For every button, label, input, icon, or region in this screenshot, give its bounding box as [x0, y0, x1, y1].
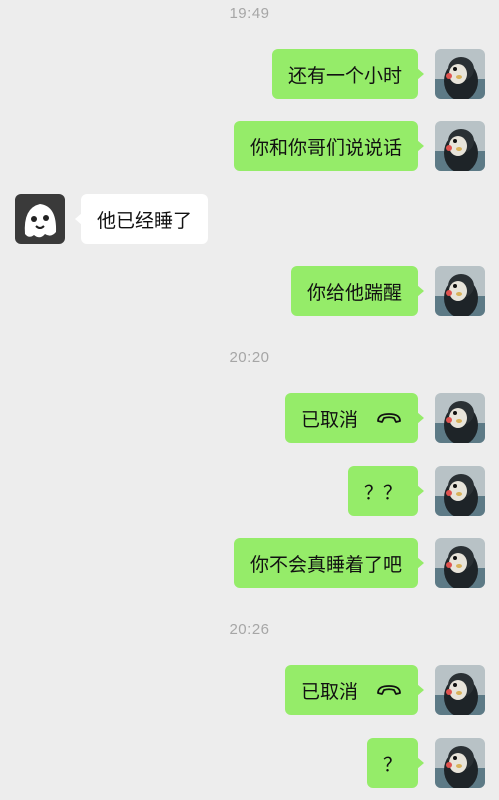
penguin-avatar-icon — [435, 665, 485, 715]
message-bubble-outgoing[interactable]: 还有一个小时 — [271, 49, 425, 99]
penguin-avatar-icon — [435, 49, 485, 99]
message-text: 已取消 — [300, 408, 358, 431]
penguin-avatar-icon — [435, 738, 485, 788]
message-text: 你和你哥们说说话 — [249, 136, 402, 159]
message-text: 你给他踹醒 — [306, 281, 402, 304]
timestamp: 20:20 — [229, 349, 270, 366]
self-avatar[interactable] — [435, 738, 485, 788]
timestamp: 19:49 — [229, 5, 270, 22]
phone-hangup-icon — [376, 410, 402, 426]
phone-hangup-icon — [376, 682, 402, 698]
message-bubble-outgoing[interactable]: 你给他踹醒 — [290, 266, 425, 316]
self-avatar[interactable] — [435, 538, 485, 588]
penguin-avatar-icon — [435, 538, 485, 588]
call-record-bubble[interactable]: 已取消 — [284, 665, 425, 715]
message-text: 还有一个小时 — [287, 64, 402, 87]
timestamp: 20:26 — [229, 621, 270, 638]
self-avatar[interactable] — [435, 393, 485, 443]
self-avatar[interactable] — [435, 665, 485, 715]
message-bubble-outgoing[interactable]: 你不会真睡着了吧 — [233, 538, 425, 588]
ghost-cartoon-avatar-icon — [15, 194, 65, 244]
message-text: 已取消 — [300, 680, 358, 703]
call-record-bubble[interactable]: 已取消 — [284, 393, 425, 443]
message-bubble-incoming[interactable]: 他已经睡了 — [74, 194, 209, 244]
self-avatar[interactable] — [435, 49, 485, 99]
penguin-avatar-icon — [435, 266, 485, 316]
contact-avatar[interactable] — [15, 194, 65, 244]
self-avatar[interactable] — [435, 121, 485, 171]
penguin-avatar-icon — [435, 393, 485, 443]
penguin-avatar-icon — [435, 466, 485, 516]
message-text: ？？ — [363, 481, 402, 504]
message-bubble-outgoing[interactable]: ？？ — [347, 466, 425, 516]
message-bubble-outgoing[interactable]: ？ — [366, 738, 425, 788]
self-avatar[interactable] — [435, 466, 485, 516]
penguin-avatar-icon — [435, 121, 485, 171]
self-avatar[interactable] — [435, 266, 485, 316]
message-bubble-outgoing[interactable]: 你和你哥们说说话 — [233, 121, 425, 171]
message-text: 你不会真睡着了吧 — [249, 553, 402, 576]
chat-area: 19:49 还有一个小时 你和你哥们说说话 他已经睡了 你给他踹醒 20:20 … — [0, 0, 499, 800]
message-text: 他已经睡了 — [97, 209, 193, 232]
message-text: ？ — [382, 753, 402, 776]
